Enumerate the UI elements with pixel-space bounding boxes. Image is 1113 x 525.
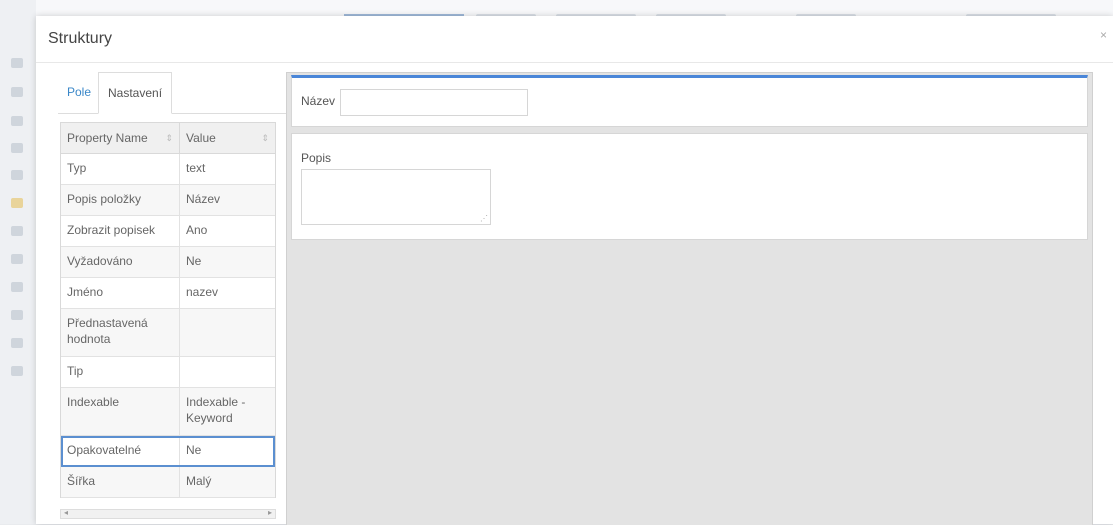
property-row-jmeno[interactable]: Jméno nazev [61,278,275,309]
tab-bar: Pole Nastavení [58,72,286,114]
property-name: Přednastavená hodnota [61,309,180,356]
property-name: Typ [61,154,180,184]
property-value[interactable] [180,357,275,387]
property-row-popis-polozky[interactable]: Popis položky Název [61,185,275,216]
column-header-value[interactable]: Value ⇕ [180,123,275,153]
dialog-title: Struktury [48,30,113,47]
property-name: Jméno [61,278,180,308]
scroll-right-icon[interactable]: ▸ [268,508,272,517]
property-name: Popis položky [61,185,180,215]
property-value[interactable]: Malý [180,467,275,497]
nazev-input[interactable] [340,89,528,116]
struktury-dialog: Struktury × Pole Nastavení Property Name… [36,16,1113,525]
property-value[interactable]: Název [180,185,275,215]
form-canvas: Název Popis ⋰ [286,72,1093,525]
property-row-prednastavena-hodnota[interactable]: Přednastavená hodnota [61,309,275,357]
property-value[interactable]: text [180,154,275,184]
popis-textarea[interactable]: ⋰ [301,169,491,225]
property-value[interactable]: Ne [180,247,275,277]
property-row-typ[interactable]: Typ text [61,154,275,185]
close-icon[interactable]: × [1100,28,1107,42]
property-name: Opakovatelné [61,436,180,466]
property-row-sirka[interactable]: Šířka Malý [61,467,275,498]
scroll-left-icon[interactable]: ◂ [64,508,68,517]
property-grid: Property Name ⇕ Value ⇕ Typ text Popis p… [60,122,276,498]
field-label-popis: Popis [301,151,332,165]
property-grid-header: Property Name ⇕ Value ⇕ [61,123,275,154]
tab-pole[interactable]: Pole [58,72,100,112]
column-header-label: Value [186,131,216,145]
property-row-indexable[interactable]: Indexable Indexable - Keyword [61,388,275,436]
property-name: Zobrazit popisek [61,216,180,246]
sort-icon: ⇕ [165,132,173,143]
property-name: Šířka [61,467,180,497]
dialog-header: Struktury × [36,16,1113,63]
property-name: Indexable [61,388,180,435]
field-panel-nazev[interactable]: Název [291,75,1088,127]
sort-icon: ⇕ [261,132,269,143]
property-value[interactable] [180,309,275,356]
horizontal-scrollbar[interactable]: ◂ ▸ [60,508,276,519]
property-row-vyzadovano[interactable]: Vyžadováno Ne [61,247,275,278]
resize-handle-icon[interactable]: ⋰ [480,214,488,223]
field-panel-popis[interactable]: Popis ⋰ [291,133,1088,240]
property-value[interactable]: Ano [180,216,275,246]
property-row-tip[interactable]: Tip [61,357,275,388]
column-header-property-name[interactable]: Property Name ⇕ [61,123,180,153]
tab-nastaveni[interactable]: Nastavení [98,72,173,114]
property-name: Tip [61,357,180,387]
property-value[interactable]: nazev [180,278,275,308]
field-label-nazev: Název [301,94,336,108]
column-header-label: Property Name [67,131,148,145]
background-sidebar [0,0,36,524]
property-value[interactable]: Ne [180,436,275,466]
property-name: Vyžadováno [61,247,180,277]
property-value[interactable]: Indexable - Keyword [180,388,275,435]
property-row-opakovatelne[interactable]: Opakovatelné Ne [61,436,275,467]
property-row-zobrazit-popisek[interactable]: Zobrazit popisek Ano [61,216,275,247]
